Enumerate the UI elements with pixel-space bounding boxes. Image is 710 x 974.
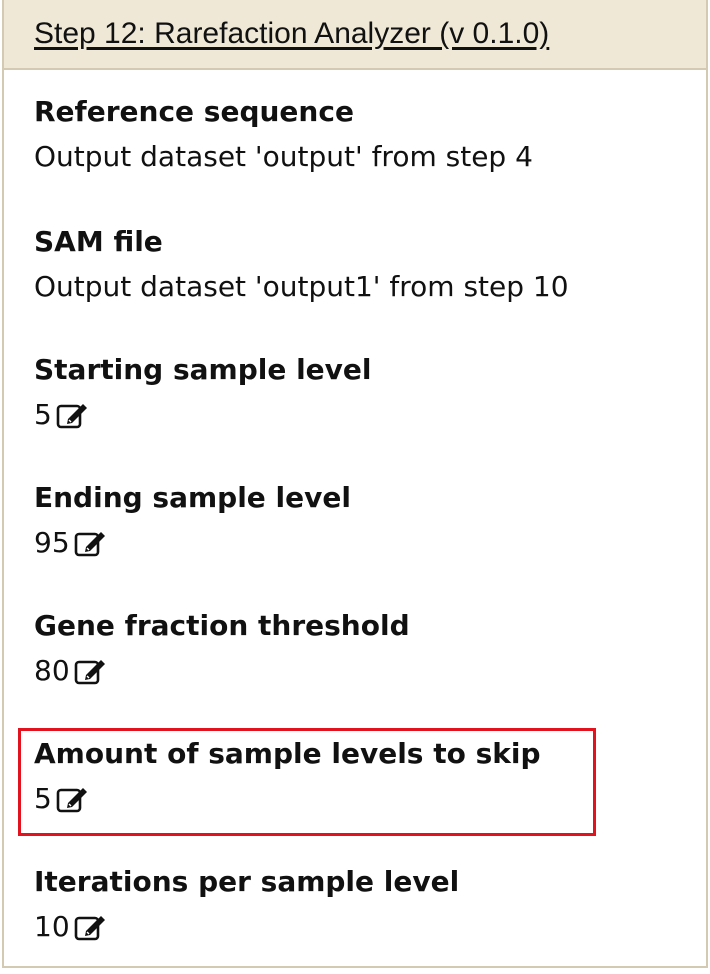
step-title-link[interactable]: Step 12: Rarefaction Analyzer (v 0.1.0) xyxy=(34,17,549,51)
param-starting-sample-level: Starting sample level 5 xyxy=(34,350,694,440)
param-label: Starting sample level xyxy=(34,353,372,386)
param-label: Reference sequence xyxy=(34,95,354,128)
edit-icon[interactable] xyxy=(56,400,90,430)
edit-icon[interactable] xyxy=(74,528,108,558)
highlight-box xyxy=(18,728,596,836)
param-value: 10 xyxy=(34,910,70,943)
param-value: 95 xyxy=(34,526,70,559)
param-ending-sample-level: Ending sample level 95 xyxy=(34,478,694,568)
param-sam-file: SAM file Output dataset 'output1' from s… xyxy=(34,222,694,312)
param-value: Output dataset 'output1' from step 10 xyxy=(34,270,569,303)
param-label: Iterations per sample level xyxy=(34,865,460,898)
edit-icon[interactable] xyxy=(74,656,108,686)
param-value: 5 xyxy=(34,398,52,431)
edit-icon[interactable] xyxy=(74,912,108,942)
workflow-step-panel: Step 12: Rarefaction Analyzer (v 0.1.0) … xyxy=(2,0,708,968)
param-value: Output dataset 'output' from step 4 xyxy=(34,140,533,173)
param-label: Ending sample level xyxy=(34,481,351,514)
param-value: 80 xyxy=(34,654,70,687)
step-header: Step 12: Rarefaction Analyzer (v 0.1.0) xyxy=(4,0,706,70)
param-gene-fraction-threshold: Gene fraction threshold 80 xyxy=(34,606,694,696)
param-iterations-per-sample-level: Iterations per sample level 10 xyxy=(34,862,694,952)
param-label: SAM file xyxy=(34,225,163,258)
param-label: Gene fraction threshold xyxy=(34,609,410,642)
param-reference-sequence: Reference sequence Output dataset 'outpu… xyxy=(34,92,694,182)
